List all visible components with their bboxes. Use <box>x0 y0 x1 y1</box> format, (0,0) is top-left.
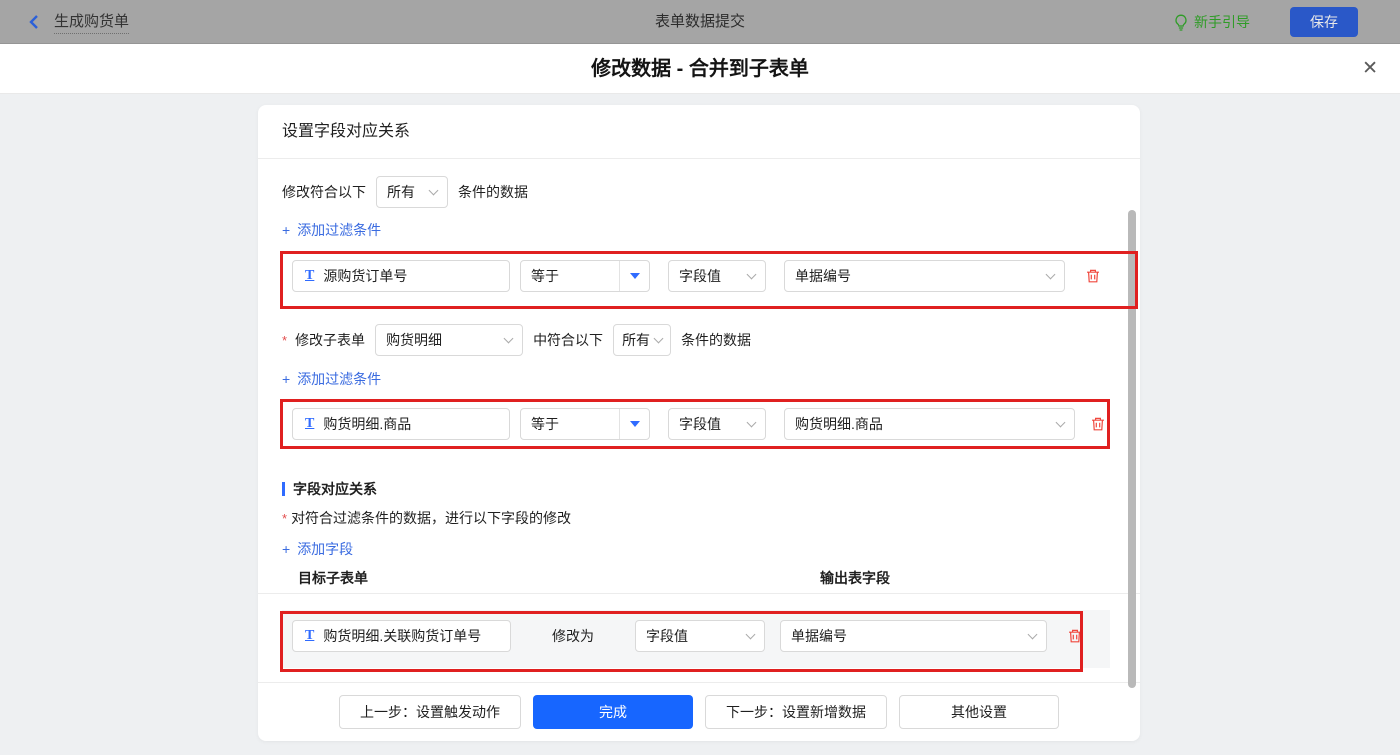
condition2-operator-value: 等于 <box>521 414 619 434</box>
trash-icon <box>1067 628 1083 644</box>
modal-title: 修改数据 - 合并到子表单 <box>0 44 1400 94</box>
filter1-suffix: 条件的数据 <box>458 182 528 202</box>
topbar-right: 新手引导 保存 <box>1174 0 1358 44</box>
done-button[interactable]: 完成 <box>533 695 693 729</box>
mapping-field[interactable]: T 购货明细.关联购货订单号 <box>292 620 511 652</box>
filter1-prefix: 修改符合以下 <box>282 182 366 202</box>
section-accent-bar <box>282 482 285 496</box>
topbar: 生成购货单 表单数据提交 新手引导 保存 <box>0 0 1400 44</box>
chevron-down-icon <box>747 269 757 279</box>
scrollbar-thumb[interactable] <box>1128 210 1136 688</box>
condition1-value-select[interactable]: 单据编号 <box>784 260 1065 292</box>
plus-icon: + <box>282 541 290 557</box>
delete-condition2-button[interactable] <box>1090 416 1106 432</box>
filter1-sentence: 修改符合以下 所有 条件的数据 <box>282 176 528 208</box>
footer-actions: 上一步：设置触发动作 完成 下一步：设置新增数据 其他设置 <box>258 695 1140 729</box>
next-step-button[interactable]: 下一步：设置新增数据 <box>705 695 887 729</box>
condition-row-1: T 源购货订单号 等于 字段值 单据编号 <box>292 260 1101 292</box>
plus-icon: + <box>282 371 290 387</box>
required-mark: * <box>282 511 287 526</box>
add-field-label: 添加字段 <box>297 539 353 559</box>
chevron-down-icon <box>429 185 439 195</box>
mapping-section-title: 字段对应关系 <box>293 479 377 499</box>
condition2-operator-select[interactable]: 等于 <box>520 408 650 440</box>
panel-title: 设置字段对应关系 <box>282 105 410 158</box>
other-settings-button[interactable]: 其他设置 <box>899 695 1059 729</box>
filter2-sentence: * 修改子表单 购货明细 中符合以下 所有 条件的数据 <box>282 324 751 356</box>
chevron-down-icon <box>747 417 757 427</box>
required-mark: * <box>282 333 287 348</box>
text-field-icon: T <box>305 628 314 644</box>
condition1-value: 单据编号 <box>795 266 851 286</box>
condition2-field-label: 购货明细.商品 <box>323 414 411 434</box>
condition2-value: 购货明细.商品 <box>795 414 883 434</box>
condition1-field-label: 源购货订单号 <box>323 266 407 286</box>
condition1-field[interactable]: T 源购货订单号 <box>292 260 510 292</box>
match-mode-2-value: 所有 <box>622 330 650 350</box>
mapping-valuetype-select[interactable]: 字段值 <box>635 620 765 652</box>
chevron-down-icon <box>654 333 664 343</box>
guide-link[interactable]: 新手引导 <box>1174 12 1250 32</box>
mapping-value: 单据编号 <box>791 626 847 646</box>
chevron-down-icon <box>1056 417 1066 427</box>
add-filter-label: 添加过滤条件 <box>297 220 381 240</box>
plus-icon: + <box>282 222 290 238</box>
mapping-field-label: 购货明细.关联购货订单号 <box>323 626 481 646</box>
guide-label: 新手引导 <box>1194 12 1250 32</box>
add-filter-link-2[interactable]: + 添加过滤条件 <box>282 369 381 389</box>
prev-step-button[interactable]: 上一步：设置触发动作 <box>339 695 521 729</box>
add-filter-link-1[interactable]: + 添加过滤条件 <box>282 220 381 240</box>
condition1-valuetype-select[interactable]: 字段值 <box>668 260 766 292</box>
delete-mapping-button[interactable] <box>1067 628 1083 644</box>
mapping-middle-label: 修改为 <box>511 626 635 646</box>
save-button[interactable]: 保存 <box>1290 7 1358 37</box>
condition2-valuetype-value: 字段值 <box>679 414 721 434</box>
column-header-target: 目标子表单 <box>298 568 368 588</box>
delete-condition1-button[interactable] <box>1085 268 1101 284</box>
condition-row-2: T 购货明细.商品 等于 字段值 购货明细.商品 <box>292 408 1106 440</box>
subform-value: 购货明细 <box>386 330 442 350</box>
mapping-valuetype-value: 字段值 <box>646 626 688 646</box>
mapping-description-row: * 对符合过滤条件的数据，进行以下字段的修改 <box>282 510 571 526</box>
text-field-icon: T <box>305 268 314 284</box>
match-mode-select-2[interactable]: 所有 <box>613 324 671 356</box>
subform-select[interactable]: 购货明细 <box>375 324 523 356</box>
condition2-valuetype-select[interactable]: 字段值 <box>668 408 766 440</box>
chevron-down-icon <box>504 333 514 343</box>
column-header-output: 输出表字段 <box>820 568 890 588</box>
divider <box>258 158 1140 159</box>
divider <box>258 593 1140 594</box>
chevron-down-icon <box>746 629 756 639</box>
add-field-link[interactable]: + 添加字段 <box>282 539 353 559</box>
text-field-icon: T <box>305 416 314 432</box>
condition1-operator-value: 等于 <box>521 266 619 286</box>
modal-header: 修改数据 - 合并到子表单 ✕ <box>0 44 1400 94</box>
chevron-down-icon <box>1028 629 1038 639</box>
trash-icon <box>1090 416 1106 432</box>
filter2-suffix: 条件的数据 <box>681 330 751 350</box>
filter2-mid: 中符合以下 <box>533 330 603 350</box>
lightbulb-icon <box>1174 14 1188 31</box>
match-mode-select[interactable]: 所有 <box>376 176 448 208</box>
mapping-value-select[interactable]: 单据编号 <box>780 620 1047 652</box>
close-icon[interactable]: ✕ <box>1362 44 1378 94</box>
match-mode-value: 所有 <box>387 182 415 202</box>
filter2-label: 修改子表单 <box>295 330 365 350</box>
divider <box>258 682 1140 683</box>
mapping-row: T 购货明细.关联购货订单号 修改为 字段值 单据编号 <box>292 620 1083 652</box>
condition1-valuetype-value: 字段值 <box>679 266 721 286</box>
settings-panel: 设置字段对应关系 修改符合以下 所有 条件的数据 + 添加过滤条件 T 源购货订… <box>258 105 1140 741</box>
trash-icon <box>1085 268 1101 284</box>
dropdown-triangle-icon <box>619 261 649 291</box>
condition1-operator-select[interactable]: 等于 <box>520 260 650 292</box>
mapping-section-header: 字段对应关系 <box>282 479 377 499</box>
condition2-field[interactable]: T 购货明细.商品 <box>292 408 510 440</box>
add-filter-label: 添加过滤条件 <box>297 369 381 389</box>
dropdown-triangle-icon <box>619 409 649 439</box>
condition2-value-select[interactable]: 购货明细.商品 <box>784 408 1075 440</box>
mapping-description: 对符合过滤条件的数据，进行以下字段的修改 <box>291 508 571 528</box>
chevron-down-icon <box>1046 269 1056 279</box>
